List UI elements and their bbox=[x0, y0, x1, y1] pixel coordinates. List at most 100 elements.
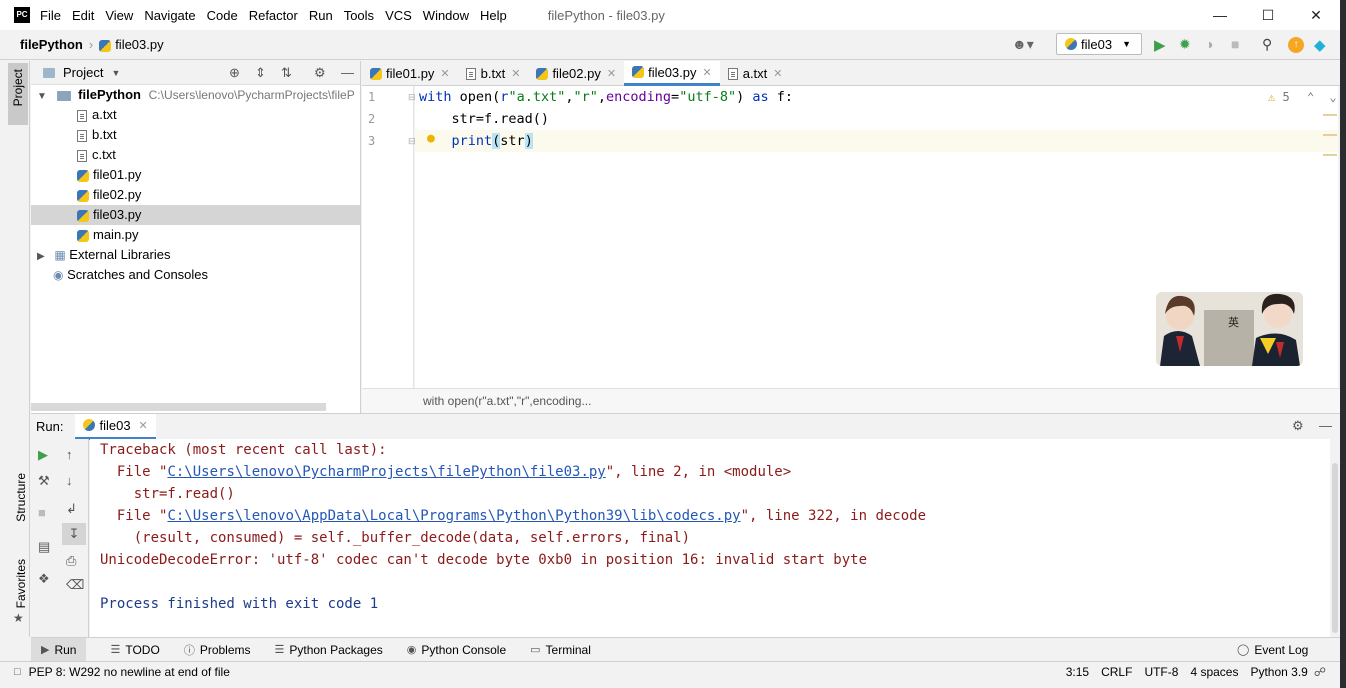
pin-icon[interactable]: ❖ bbox=[38, 571, 50, 587]
close-icon[interactable]: ✕ bbox=[440, 67, 449, 80]
tree-root[interactable]: ▼ filePython C:\Users\lenovo\PycharmProj… bbox=[31, 85, 360, 105]
locate-icon[interactable]: ⊕ bbox=[229, 65, 240, 81]
python-interpreter[interactable]: Python 3.9 bbox=[1250, 665, 1307, 679]
tree-item-file01-py[interactable]: file01.py bbox=[31, 165, 360, 185]
tree-item-file02-py[interactable]: file02.py bbox=[31, 185, 360, 205]
tree-item-a-txt[interactable]: a.txt bbox=[31, 105, 360, 125]
tool-window-python-console[interactable]: ◉ Python Console bbox=[407, 643, 506, 657]
tab-b-txt[interactable]: b.txt ✕ bbox=[458, 61, 529, 86]
coverage-icon[interactable]: ◑ bbox=[1205, 36, 1213, 52]
gear-icon[interactable]: ⚙ bbox=[314, 65, 326, 81]
rerun-icon[interactable]: ▶ bbox=[38, 447, 48, 463]
editor-breadcrumb[interactable]: with open(r"a.txt","r",encoding... bbox=[362, 388, 1340, 413]
trash-icon[interactable]: ⌫ bbox=[66, 577, 84, 593]
hide-panel-icon[interactable]: — bbox=[341, 65, 354, 80]
menu-tools[interactable]: Tools bbox=[344, 8, 374, 23]
print-icon[interactable]: ⎙ bbox=[66, 553, 76, 569]
lightbulb-icon[interactable]: ● bbox=[427, 131, 435, 146]
close-icon[interactable]: ✕ bbox=[511, 67, 520, 80]
panel-toggle-icon[interactable]: □ bbox=[14, 666, 21, 678]
breadcrumb-file[interactable]: file03.py bbox=[99, 37, 164, 52]
layout-icon[interactable]: ▤ bbox=[38, 539, 50, 555]
gear-icon[interactable]: ⚙ bbox=[1292, 418, 1304, 434]
tree-item-c-txt[interactable]: c.txt bbox=[31, 145, 360, 165]
chevron-down-icon[interactable]: ⌄ bbox=[1329, 90, 1336, 104]
status-message[interactable]: PEP 8: W292 no newline at end of file bbox=[29, 665, 230, 679]
run-icon[interactable]: ▶ bbox=[1154, 36, 1166, 54]
file-encoding[interactable]: UTF-8 bbox=[1144, 665, 1178, 679]
scroll-to-end-icon[interactable]: ↧ bbox=[62, 523, 86, 545]
maximize-button[interactable]: ☐ bbox=[1244, 0, 1292, 30]
menu-code[interactable]: Code bbox=[207, 8, 238, 23]
file-link[interactable]: C:\Users\lenovo\PycharmProjects\filePyth… bbox=[167, 464, 605, 480]
close-icon[interactable]: ✕ bbox=[607, 67, 616, 80]
horizontal-scrollbar[interactable] bbox=[31, 403, 326, 411]
console-scrollbar[interactable] bbox=[1330, 439, 1340, 637]
chevron-down-icon[interactable]: ▼ bbox=[111, 68, 120, 78]
inspection-widget[interactable]: ⚠ 5 ⌃ ⌄ bbox=[1268, 90, 1337, 104]
update-icon[interactable]: ↑ bbox=[1288, 37, 1304, 53]
hide-panel-icon[interactable]: — bbox=[1319, 418, 1332, 433]
favorites-tab[interactable]: Favorites bbox=[14, 559, 28, 608]
tree-item-main-py[interactable]: main.py bbox=[31, 225, 360, 245]
debug-icon[interactable]: ✹ bbox=[1179, 36, 1191, 53]
tree-item-external-libraries[interactable]: ▶ ▦ External Libraries bbox=[31, 245, 360, 265]
menu-view[interactable]: View bbox=[105, 8, 133, 23]
indent-setting[interactable]: 4 spaces bbox=[1190, 665, 1238, 679]
collapse-all-icon[interactable]: ⇅ bbox=[281, 65, 292, 81]
caret-position[interactable]: 3:15 bbox=[1066, 665, 1089, 679]
console-output[interactable]: Traceback (most recent call last): File … bbox=[90, 439, 1330, 637]
tree-item-file03-py[interactable]: file03.py bbox=[31, 205, 360, 225]
lock-icon[interactable]: ☍ bbox=[1314, 665, 1326, 679]
tool-window-event-log[interactable]: ◯ Event Log bbox=[1237, 643, 1308, 657]
menu-edit[interactable]: Edit bbox=[72, 8, 94, 23]
line-separator[interactable]: CRLF bbox=[1101, 665, 1132, 679]
tool-window-run[interactable]: ▶ Run bbox=[31, 637, 87, 662]
menu-refactor[interactable]: Refactor bbox=[249, 8, 298, 23]
close-window-button[interactable]: ✕ bbox=[1292, 0, 1340, 30]
wrench-icon[interactable]: ⚒ bbox=[38, 473, 50, 489]
expand-all-icon[interactable]: ⇕ bbox=[255, 65, 266, 81]
menu-window[interactable]: Window bbox=[423, 8, 469, 23]
menu-vcs[interactable]: VCS bbox=[385, 8, 412, 23]
run-tab-label: file03 bbox=[99, 417, 131, 433]
soft-wrap-icon[interactable]: ↲ bbox=[66, 501, 77, 517]
tool-window-python-packages[interactable]: ☰ Python Packages bbox=[275, 643, 383, 657]
tree-item-b-txt[interactable]: b.txt bbox=[31, 125, 360, 145]
console-line: str=f.read() bbox=[100, 486, 235, 502]
tab-a-txt[interactable]: a.txt ✕ bbox=[720, 61, 791, 86]
text-file-icon bbox=[727, 67, 738, 80]
down-arrow-icon[interactable]: ↓ bbox=[66, 473, 73, 488]
jetbrains-toolbox-icon[interactable]: ◆ bbox=[1314, 36, 1326, 54]
minimize-button[interactable]: — bbox=[1196, 0, 1244, 30]
menu-file[interactable]: File bbox=[40, 8, 61, 23]
tab-file01-py[interactable]: file01.py ✕ bbox=[362, 61, 458, 86]
up-arrow-icon[interactable]: ↑ bbox=[66, 447, 73, 462]
tool-window-todo[interactable]: ☰ TODO bbox=[110, 643, 159, 657]
scrollbar-thumb[interactable] bbox=[1332, 463, 1338, 633]
project-tool-tab[interactable]: Project bbox=[8, 63, 28, 125]
tool-window-problems[interactable]: ⓘ Problems bbox=[184, 642, 251, 658]
stop-icon[interactable]: ■ bbox=[38, 505, 46, 520]
tool-window-terminal[interactable]: ▭ Terminal bbox=[530, 643, 591, 657]
stop-icon[interactable]: ■ bbox=[1231, 36, 1239, 52]
close-icon[interactable]: ✕ bbox=[703, 66, 712, 79]
tab-file03-py[interactable]: file03.py ✕ bbox=[624, 61, 720, 86]
menu-navigate[interactable]: Navigate bbox=[144, 8, 195, 23]
project-view-selector[interactable]: Project bbox=[63, 65, 103, 80]
tree-item-scratches[interactable]: ◉ Scratches and Consoles bbox=[31, 265, 360, 285]
tab-file02-py[interactable]: file02.py ✕ bbox=[528, 61, 624, 86]
close-icon[interactable]: ✕ bbox=[139, 419, 148, 432]
search-icon[interactable]: ⚲ bbox=[1262, 36, 1272, 53]
user-icon[interactable]: ☻▾ bbox=[1012, 36, 1034, 53]
structure-tab[interactable]: Structure bbox=[14, 473, 28, 522]
close-icon[interactable]: ✕ bbox=[773, 67, 782, 80]
chevron-up-icon[interactable]: ⌃ bbox=[1307, 90, 1314, 104]
file-link[interactable]: C:\Users\lenovo\AppData\Local\Programs\P… bbox=[167, 508, 740, 524]
menu-run[interactable]: Run bbox=[309, 8, 333, 23]
run-config-selector[interactable]: file03 ▼ bbox=[1056, 33, 1142, 55]
run-tab-file03[interactable]: file03 ✕ bbox=[75, 413, 156, 440]
chevron-down-icon: ▼ bbox=[1122, 39, 1131, 49]
menu-help[interactable]: Help bbox=[480, 8, 507, 23]
breadcrumb-project[interactable]: filePython bbox=[20, 37, 83, 52]
